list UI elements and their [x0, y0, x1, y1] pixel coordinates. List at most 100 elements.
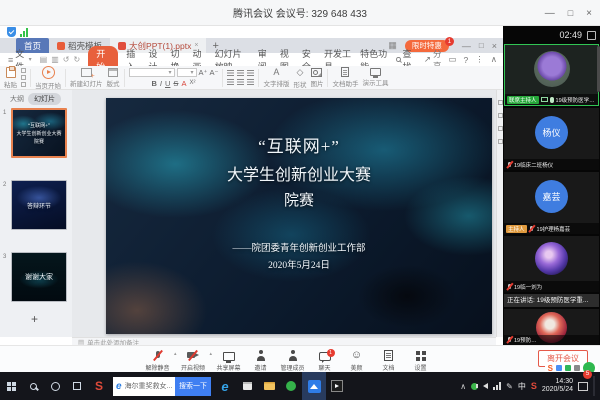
- layout-button[interactable]: 版式: [107, 68, 120, 88]
- browser-app-icon[interactable]: [280, 372, 302, 400]
- align-right-icon[interactable]: [247, 79, 254, 85]
- video-tile[interactable]: 杨仪 19临床二班杨仪: [504, 108, 599, 170]
- redo-icon[interactable]: ↻: [74, 55, 81, 64]
- volume-icon[interactable]: [483, 383, 488, 389]
- network-icon[interactable]: [493, 382, 501, 390]
- video-tile[interactable]: 19临一刘为: [504, 236, 599, 292]
- paste-button[interactable]: 粘贴: [4, 67, 17, 89]
- video-tile[interactable]: 19预防…: [504, 309, 599, 345]
- meeting-timer: 02:49: [559, 30, 582, 40]
- slide-date: 2020年5月24日: [268, 257, 330, 271]
- video-tile[interactable]: 联席主持人 19级预防医学重...: [504, 44, 599, 106]
- tab-outline[interactable]: 大纲: [10, 94, 24, 104]
- beauty-button[interactable]: ☺美颜: [341, 347, 372, 372]
- mic-off-icon: [506, 283, 512, 291]
- copy-icon[interactable]: [21, 75, 26, 80]
- file-explorer-icon[interactable]: [258, 372, 280, 400]
- task-view-icon[interactable]: [66, 372, 88, 400]
- start-video-button[interactable]: 开启视频: [178, 347, 209, 372]
- picture-button[interactable]: 图片: [310, 68, 323, 88]
- bullet-list-icon[interactable]: [227, 70, 234, 76]
- show-desktop-button[interactable]: [593, 376, 595, 396]
- meeting-title: 腾讯会议 会议号: 329 648 433: [233, 5, 367, 20]
- cortana-icon[interactable]: [44, 372, 66, 400]
- more-icon[interactable]: ⋮: [475, 54, 484, 65]
- edge-icon: e: [116, 381, 122, 392]
- new-slide-button[interactable]: 新建幻灯片: [70, 68, 103, 88]
- print-icon[interactable]: ▥: [51, 55, 59, 64]
- manage-members-button[interactable]: 管理成员: [277, 347, 308, 372]
- participant-name: 19临一刘为: [514, 283, 542, 291]
- media-app-icon[interactable]: [326, 372, 348, 400]
- minimize-icon[interactable]: —: [545, 8, 555, 19]
- present-tools-button[interactable]: 演示工具: [362, 68, 388, 87]
- participant-name: 19护理杨嘉芸: [537, 225, 571, 233]
- tencent-meeting-taskbar-icon[interactable]: [302, 372, 326, 400]
- font-color-button[interactable]: A: [181, 79, 186, 88]
- windows-taskbar: S e 海尔重奖救女... 搜索一下 e ∧ ✎ 中 S 14:30 2020/…: [0, 372, 600, 400]
- collapse-ribbon-icon[interactable]: ∧: [491, 54, 497, 65]
- indent-icon[interactable]: [247, 70, 254, 76]
- strikethrough-button[interactable]: S: [173, 79, 178, 88]
- wps-taskbar-icon[interactable]: S: [88, 372, 110, 400]
- font-size-select[interactable]: ▾: [177, 68, 197, 77]
- invite-button[interactable]: 邀请: [245, 347, 276, 372]
- taskbar-search-box[interactable]: e 海尔重奖救女... 搜索一下: [113, 377, 211, 396]
- tab-slides[interactable]: 幻灯片: [28, 93, 61, 105]
- side-tab-icon: [498, 100, 503, 105]
- current-slide[interactable]: “互联网+” 大学生创新创业大赛 院赛 ——院团委青年创新创业工作部 2020年…: [106, 98, 492, 334]
- docs-button[interactable]: 文档: [373, 347, 404, 372]
- video-tile[interactable]: 嘉芸 主持人 19护理杨嘉芸: [504, 172, 599, 234]
- superscript-button[interactable]: X²: [189, 80, 195, 86]
- start-button[interactable]: [0, 372, 22, 400]
- close-icon[interactable]: ×: [586, 8, 592, 19]
- save-icon[interactable]: ▤: [40, 55, 48, 64]
- input-language-indicator[interactable]: 中: [518, 381, 526, 392]
- notes-bar[interactable]: ▤ 单击此处添加备注: [72, 337, 496, 345]
- clock[interactable]: 14:30 2020/5/24: [542, 378, 573, 394]
- pen-icon[interactable]: ✎: [506, 382, 513, 391]
- edge-taskbar-icon[interactable]: e: [214, 372, 236, 400]
- sogou-tray-icon[interactable]: S: [531, 381, 537, 391]
- slide-thumbnail-2[interactable]: 答辩环节: [11, 180, 67, 230]
- slide-thumbnail-1[interactable]: “互联网+” 大学生创新创业大赛 院赛: [11, 108, 67, 158]
- align-center-icon[interactable]: [237, 79, 244, 85]
- taskbar-search-icon[interactable]: [22, 372, 44, 400]
- doc-assistant-button[interactable]: 文档助手: [332, 67, 358, 88]
- share-screen-button[interactable]: 共享屏幕: [213, 348, 244, 372]
- chat-button[interactable]: 1聊天: [309, 348, 340, 372]
- font-family-select[interactable]: ▾: [129, 68, 175, 77]
- grow-font-button[interactable]: A⁺: [199, 68, 208, 77]
- play-from-current-button[interactable]: 当页开始: [35, 66, 61, 90]
- text-tools-button[interactable]: A文字排版: [263, 67, 289, 88]
- help-icon[interactable]: ?: [464, 55, 469, 65]
- unmute-button[interactable]: 解除静音: [142, 347, 173, 372]
- shape-button[interactable]: ◇形状: [293, 67, 306, 89]
- expand-icon[interactable]: [587, 31, 596, 40]
- add-slide-button[interactable]: +: [31, 312, 38, 326]
- italic-button[interactable]: I: [160, 79, 162, 88]
- slide-thumbnail-3[interactable]: 谢谢大家: [11, 252, 67, 302]
- align-left-icon[interactable]: [227, 79, 234, 85]
- format-painter-icon[interactable]: [21, 82, 26, 87]
- shrink-font-button[interactable]: A⁻: [209, 68, 218, 77]
- comment-icon[interactable]: ▭: [449, 54, 457, 65]
- maximize-icon[interactable]: □: [568, 8, 573, 18]
- slide-title-line2: 大学生创新创业大赛: [227, 161, 371, 185]
- cut-icon[interactable]: [21, 68, 26, 73]
- tray-expand-icon[interactable]: ∧: [460, 382, 466, 391]
- settings-button[interactable]: 设置: [405, 347, 436, 372]
- wps-side-tabs[interactable]: [496, 90, 503, 337]
- screen-icon: [223, 352, 235, 361]
- mic-options-caret[interactable]: ▴: [174, 351, 177, 357]
- undo-icon[interactable]: ↺: [63, 55, 70, 64]
- layout-icon: [108, 68, 118, 77]
- search-go-button[interactable]: 搜索一下: [175, 377, 211, 396]
- store-icon[interactable]: [236, 372, 258, 400]
- bold-button[interactable]: B: [151, 79, 156, 88]
- action-center-icon[interactable]: 5: [578, 382, 588, 391]
- participant-name: 19预防…: [514, 336, 537, 344]
- underline-button[interactable]: U: [165, 79, 170, 88]
- video-options-caret[interactable]: ▴: [210, 351, 213, 357]
- number-list-icon[interactable]: [237, 70, 244, 76]
